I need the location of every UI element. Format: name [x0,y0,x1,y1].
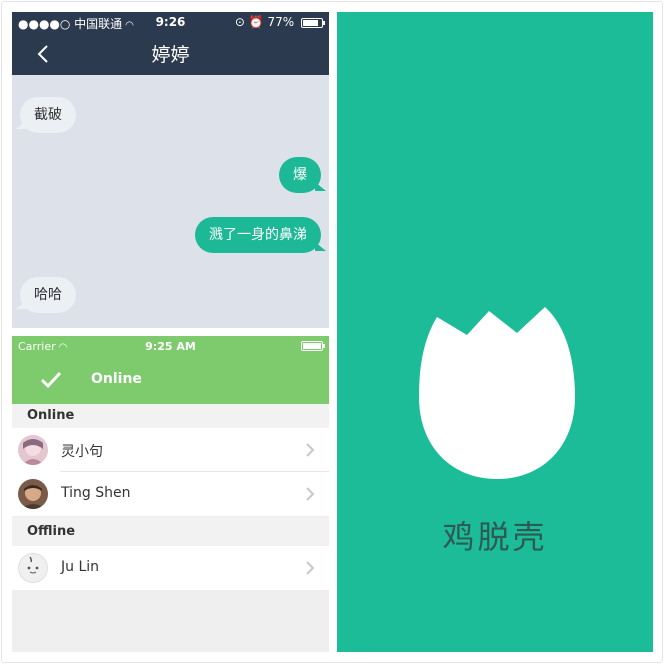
chat-title: 婷婷 [151,44,190,66]
app-name: 鸡脱壳 [442,518,548,556]
avatar [18,479,48,509]
battery-icon [301,17,325,28]
message-text: 哈哈 [34,287,62,303]
splash-screen: 鸡脱壳 [337,12,653,652]
message-text: 爆 [293,167,307,183]
contact-name: 灵小句 [61,444,103,460]
contact-row[interactable]: Ting Shen [12,472,329,516]
contact-row[interactable]: 灵小句 [12,428,329,472]
chat-nav-bar: 婷婷 [12,32,329,75]
message-bubble-outgoing[interactable]: 爆 [279,157,326,193]
message-bubble-outgoing[interactable]: 溅了一身的鼻涕 [195,217,326,253]
alarm-icon: ⏰ [248,15,264,29]
message-text: 溅了一身的鼻涕 [209,227,307,243]
rotation-lock-icon: ⊙ [234,15,245,29]
contacts-screen: Carrier ◠ 9:25 AM Online Online 灵小句 Ting… [12,336,329,652]
avatar [18,435,48,465]
online-status-label: Online [91,371,142,387]
chat-screen: ●●●●○ 中国联通 ◠ 9:26 ⊙ ⏰ 77% 婷婷 截破 爆 溅了一身的鼻涕… [12,12,329,328]
battery-icon [301,341,325,351]
contact-name: Ting Shen [61,485,131,501]
chevron-right-icon [306,487,315,501]
message-bubble-incoming[interactable]: 哈哈 [16,277,76,313]
avatar [18,553,48,583]
status-time: 9:25 AM [145,340,196,353]
cracked-egg-icon [419,307,575,479]
section-header-online: Online [12,404,329,428]
status-right: ⊙ ⏰ 77% [234,15,325,29]
online-status-toggle[interactable]: Online [12,356,329,404]
section-header-offline: Offline [12,518,329,546]
message-text: 截破 [34,107,62,123]
contact-row[interactable]: Ju Lin [12,546,329,590]
battery-percent: 77% [267,15,295,29]
chevron-right-icon [306,443,315,457]
chat-status-bar: ●●●●○ 中国联通 ◠ 9:26 ⊙ ⏰ 77% [12,12,329,32]
checkmark-icon [40,371,62,389]
message-bubble-incoming[interactable]: 截破 [16,97,76,133]
chevron-right-icon [306,561,315,575]
contact-name: Ju Lin [61,559,100,575]
contacts-status-bar: Carrier ◠ 9:25 AM [12,336,329,356]
